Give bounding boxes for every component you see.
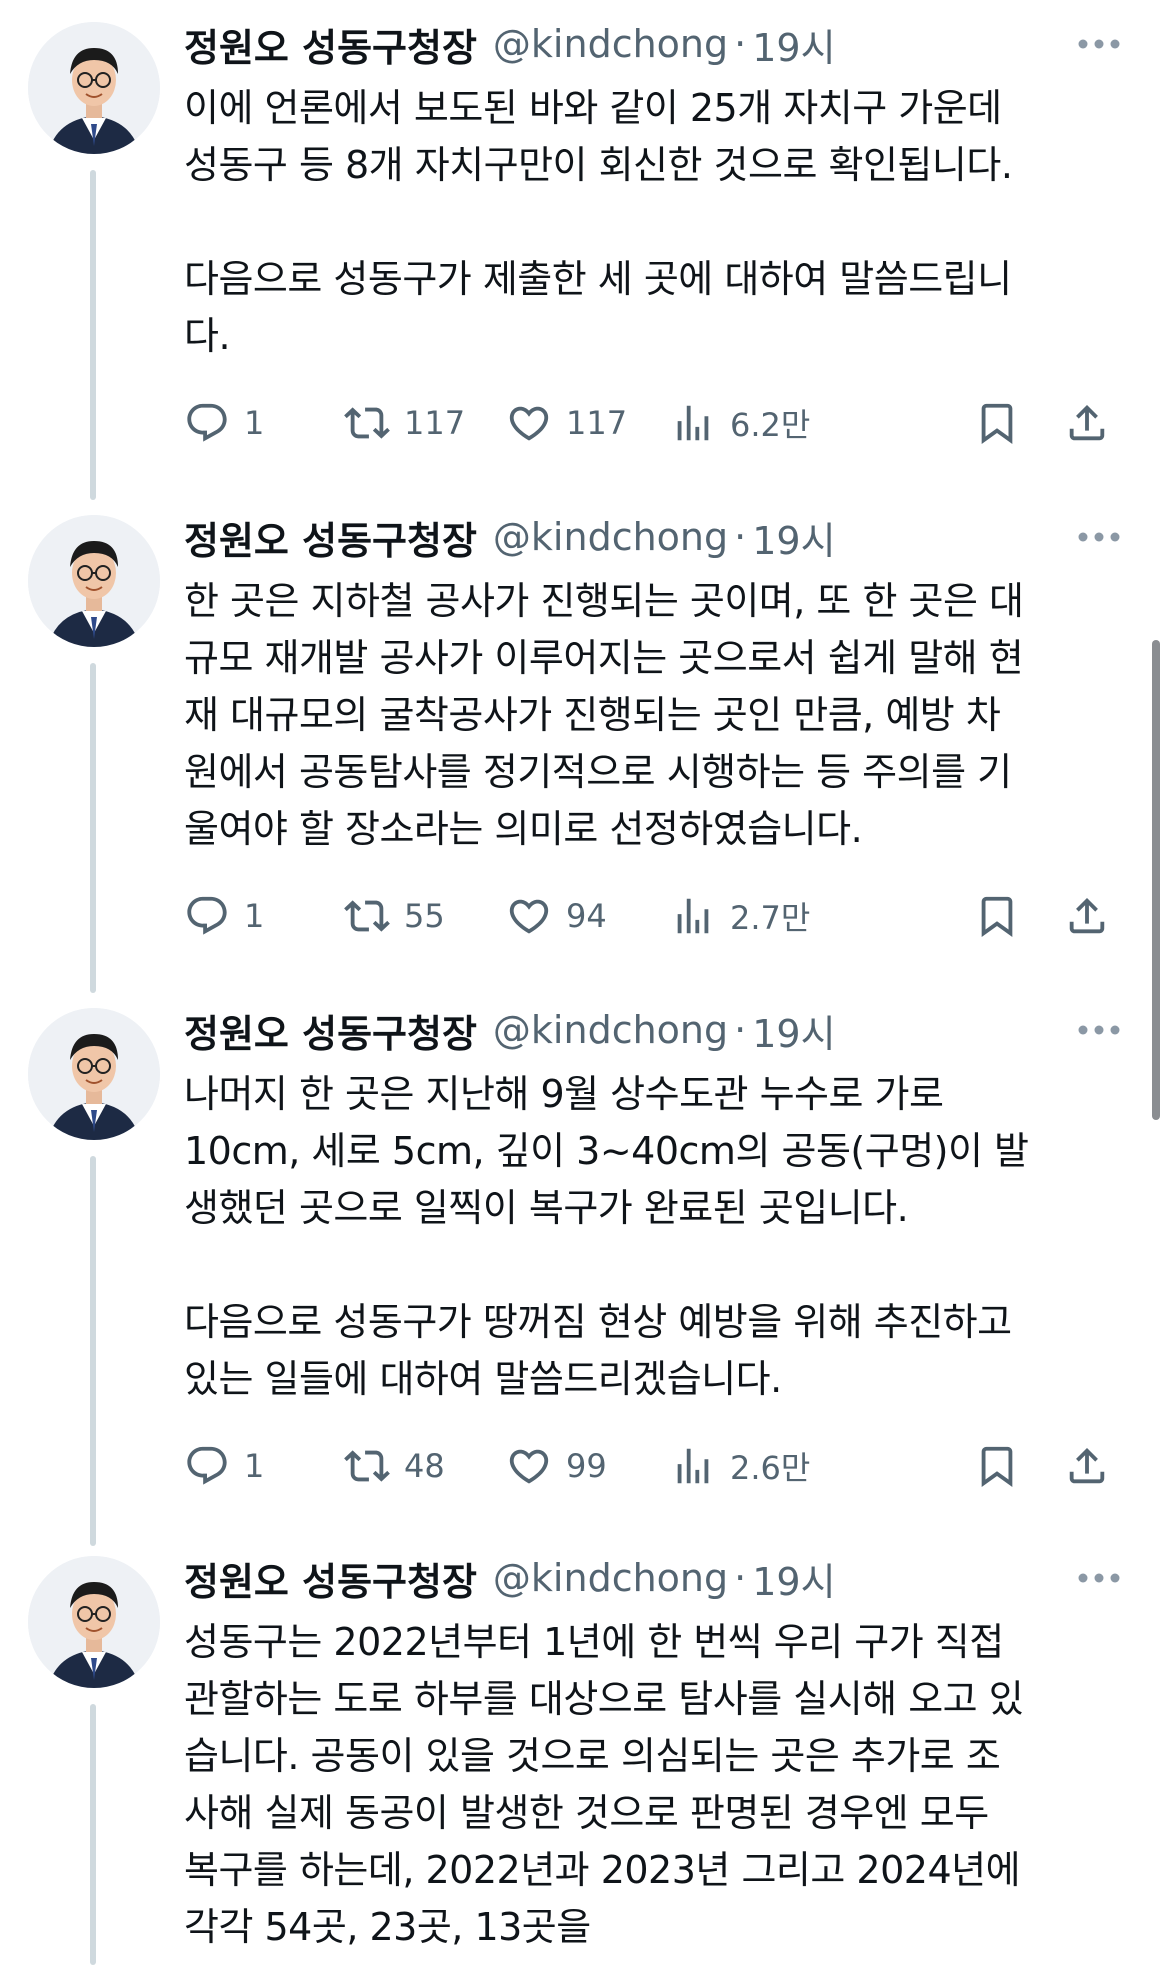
avatar-portrait-icon — [28, 1556, 160, 1688]
thread-connector-line — [90, 1156, 96, 1546]
repost-count: 117 — [404, 404, 466, 442]
author-handle[interactable]: @kindchong — [493, 1556, 728, 1600]
like-count: 117 — [566, 404, 628, 442]
separator-dot: · — [734, 1556, 747, 1600]
tweet-text: 성동구는 2022년부터 1년에 한 번씩 우리 구가 직접 관할하는 도로 하… — [184, 1620, 1024, 1949]
repost-button[interactable]: 117 — [344, 391, 465, 455]
views-icon — [677, 405, 709, 441]
tweet-timestamp[interactable]: 19시 — [752, 17, 835, 72]
repost-button[interactable]: 55 — [344, 884, 445, 948]
reply-button[interactable]: 1 — [184, 391, 264, 455]
author-name[interactable]: 정원오 성동구청장 — [184, 1003, 477, 1058]
tweet-header: 정원오 성동구청장 @kindchong · 19시 — [184, 986, 1114, 1074]
tweet-3[interactable]: 정원오 성동구청장 @kindchong · 19시 나머지 한 곳은 지난해 … — [0, 986, 1170, 1546]
tweet-1[interactable]: 정원오 성동구청장 @kindchong · 19시 이에 언론에서 보도된 바… — [0, 0, 1170, 500]
like-button[interactable]: 117 — [506, 391, 627, 455]
tweet-text: 한 곳은 지하철 공사가 진행되는 곳이며, 또 한 곳은 대 규모 재개발 공… — [184, 579, 1024, 851]
like-count: 94 — [566, 897, 607, 935]
more-options-icon[interactable] — [1076, 523, 1122, 551]
like-button[interactable]: 94 — [506, 884, 607, 948]
author-handle[interactable]: @kindchong — [493, 22, 728, 66]
views-icon — [677, 898, 709, 934]
reply-icon — [187, 403, 227, 442]
tweet-text: 이에 언론에서 보도된 바와 같이 25개 자치구 가운데 성동구 등 8개 자… — [184, 86, 1013, 358]
repost-count: 55 — [404, 897, 445, 935]
more-options-icon[interactable] — [1076, 1564, 1122, 1592]
repost-icon — [344, 1450, 390, 1482]
tweet-text: 나머지 한 곳은 지난해 9월 상수도관 누수로 가로 10cm, 세로 5cm… — [184, 1072, 1029, 1401]
like-icon — [509, 406, 549, 441]
avatar-portrait-icon — [28, 515, 160, 647]
avatar-portrait-icon — [28, 22, 160, 154]
tweet-actions: 1 117 117 6.2만 — [184, 391, 1124, 455]
thread-connector-line — [90, 663, 96, 993]
share-button[interactable] — [1064, 1434, 1110, 1498]
reply-count: 1 — [244, 897, 265, 935]
like-button[interactable]: 99 — [506, 1434, 607, 1498]
bookmark-button[interactable] — [974, 391, 1020, 455]
repost-count: 48 — [404, 1447, 445, 1485]
repost-icon — [344, 407, 390, 439]
author-handle[interactable]: @kindchong — [493, 1008, 728, 1052]
tweet-header: 정원오 성동구청장 @kindchong · 19시 — [184, 1534, 1114, 1622]
like-count: 99 — [566, 1447, 607, 1485]
reply-button[interactable]: 1 — [184, 884, 264, 948]
separator-dot: · — [734, 22, 747, 66]
avatar-portrait-icon — [28, 1008, 160, 1140]
author-name[interactable]: 정원오 성동구청장 — [184, 17, 477, 72]
share-icon — [1069, 897, 1105, 934]
author-avatar[interactable] — [28, 1008, 160, 1140]
tweet-4[interactable]: 정원오 성동구청장 @kindchong · 19시 성동구는 2022년부터 … — [0, 1534, 1170, 1965]
share-icon — [1069, 1447, 1105, 1484]
tweet-actions: 1 55 94 2.7만 — [184, 884, 1124, 948]
thread-timeline: 정원오 성동구청장 @kindchong · 19시 이에 언론에서 보도된 바… — [0, 0, 1170, 1965]
reply-count: 1 — [244, 404, 265, 442]
bookmark-icon — [981, 896, 1013, 937]
author-avatar[interactable] — [28, 22, 160, 154]
reply-icon — [187, 1446, 227, 1485]
tweet-timestamp[interactable]: 19시 — [752, 510, 835, 565]
vertical-scrollbar[interactable] — [1152, 640, 1160, 1120]
views-count: 2.7만 — [730, 899, 811, 937]
author-name[interactable]: 정원오 성동구청장 — [184, 510, 477, 565]
author-avatar[interactable] — [28, 1556, 160, 1688]
repost-icon — [344, 900, 390, 932]
views-icon — [677, 1448, 709, 1484]
views-count: 6.2만 — [730, 406, 811, 444]
like-icon — [509, 899, 549, 934]
views-button[interactable]: 2.7만 — [670, 884, 810, 948]
tweet-timestamp[interactable]: 19시 — [752, 1003, 835, 1058]
share-icon — [1069, 404, 1105, 441]
tweet-actions: 1 48 99 2.6만 — [184, 1434, 1124, 1498]
author-handle[interactable]: @kindchong — [493, 515, 728, 559]
thread-connector-line — [90, 1704, 96, 1965]
repost-button[interactable]: 48 — [344, 1434, 445, 1498]
more-options-icon[interactable] — [1076, 30, 1122, 58]
share-button[interactable] — [1064, 884, 1110, 948]
more-options-icon[interactable] — [1076, 1016, 1122, 1044]
bookmark-button[interactable] — [974, 1434, 1020, 1498]
tweet-timestamp[interactable]: 19시 — [752, 1551, 835, 1606]
reply-button[interactable]: 1 — [184, 1434, 264, 1498]
bookmark-icon — [981, 403, 1013, 444]
tweet-header: 정원오 성동구청장 @kindchong · 19시 — [184, 0, 1114, 88]
reply-count: 1 — [244, 1447, 265, 1485]
reply-icon — [187, 896, 227, 935]
bookmark-button[interactable] — [974, 884, 1020, 948]
views-button[interactable]: 6.2만 — [670, 391, 810, 455]
bookmark-icon — [981, 1446, 1013, 1487]
author-avatar[interactable] — [28, 515, 160, 647]
tweet-header: 정원오 성동구청장 @kindchong · 19시 — [184, 493, 1114, 581]
like-icon — [509, 1449, 549, 1484]
separator-dot: · — [734, 1008, 747, 1052]
share-button[interactable] — [1064, 391, 1110, 455]
views-count: 2.6만 — [730, 1449, 811, 1487]
author-name[interactable]: 정원오 성동구청장 — [184, 1551, 477, 1606]
separator-dot: · — [734, 515, 747, 559]
tweet-2[interactable]: 정원오 성동구청장 @kindchong · 19시 한 곳은 지하철 공사가 … — [0, 493, 1170, 993]
thread-connector-line — [90, 170, 96, 500]
views-button[interactable]: 2.6만 — [670, 1434, 810, 1498]
